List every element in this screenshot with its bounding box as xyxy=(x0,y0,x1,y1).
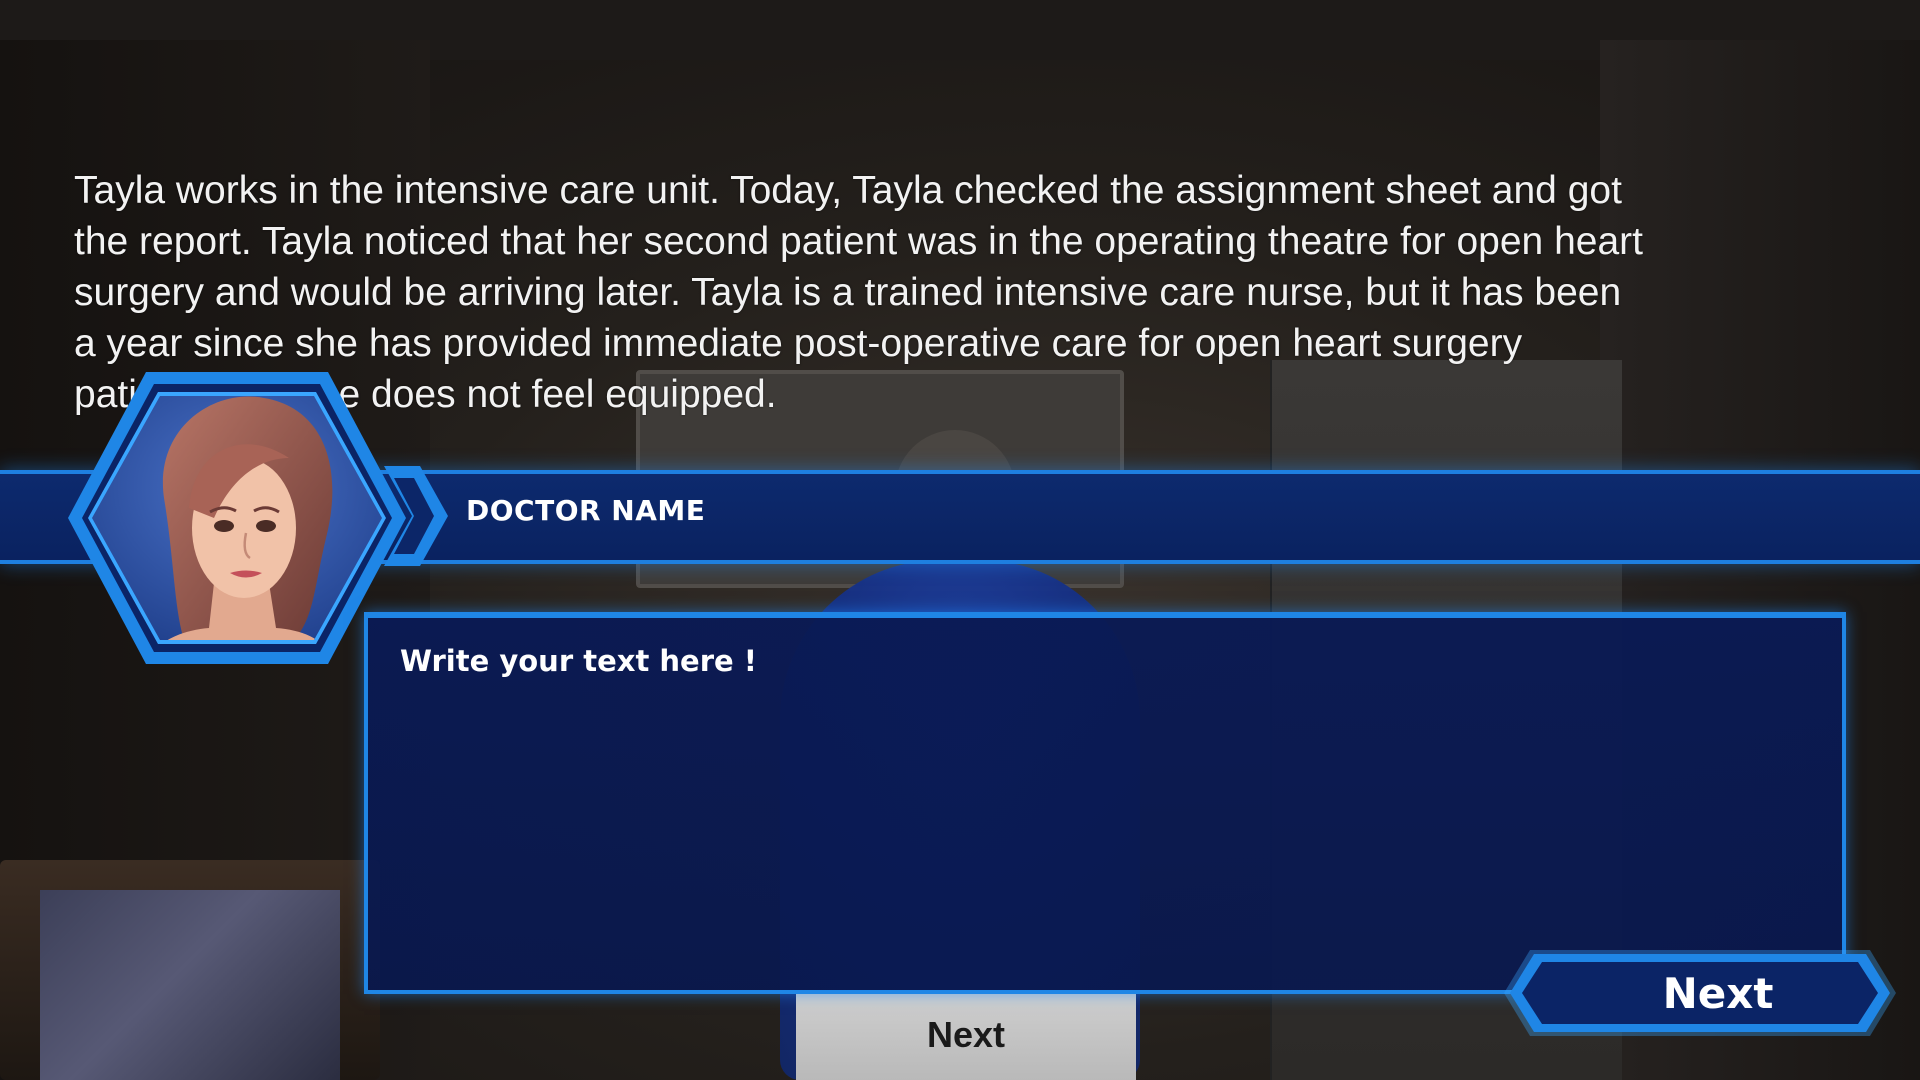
next-button[interactable]: Next xyxy=(1500,946,1900,1040)
speaker-portrait xyxy=(68,372,406,664)
dialogue-text: Write your text here ! xyxy=(400,644,758,678)
scene-next-button: Next xyxy=(796,990,1136,1080)
story-line: a year since she has provided immediate … xyxy=(74,322,1523,365)
female-avatar-icon xyxy=(92,396,382,640)
bed-cover xyxy=(40,890,340,1080)
speaker-name: DOCTOR NAME xyxy=(466,494,706,527)
dialogue-box[interactable]: Write your text here ! xyxy=(364,612,1846,994)
next-button-label: Next xyxy=(1662,968,1774,1018)
story-line: the report. Tayla noticed that her secon… xyxy=(74,220,1643,263)
story-line: surgery and would be arriving later. Tay… xyxy=(74,271,1622,314)
story-line: Tayla works in the intensive care unit. … xyxy=(74,169,1622,212)
